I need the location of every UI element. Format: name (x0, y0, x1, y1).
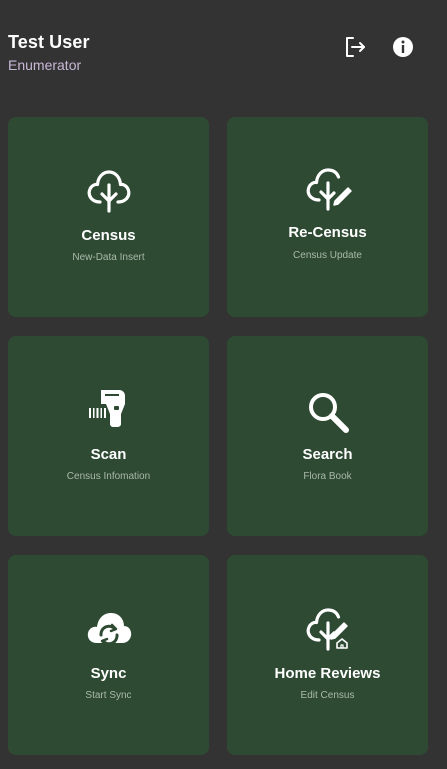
card-title: Census (81, 227, 136, 244)
card-subtitle: Start Sync (85, 690, 132, 701)
card-title: Search (302, 446, 353, 463)
magnifier-icon (308, 393, 349, 433)
cloud-sync-icon (87, 613, 131, 647)
tree-icon (87, 170, 130, 213)
tree-edit-icon (306, 168, 352, 211)
card-home-reviews[interactable]: Home Reviews Edit Census (227, 555, 428, 755)
card-title: Sync (90, 665, 127, 682)
card-scan[interactable]: Scan Census Infomation (8, 336, 209, 536)
card-subtitle: Census Update (293, 250, 362, 261)
logout-icon (346, 37, 365, 57)
card-re-census[interactable]: Re-Census Census Update (227, 117, 428, 317)
info-icon (393, 37, 413, 57)
info-button[interactable] (390, 34, 416, 60)
card-title: Home Reviews (274, 665, 381, 682)
user-name: Test User (8, 32, 90, 52)
card-subtitle: New-Data Insert (72, 252, 145, 263)
card-sync[interactable]: Sync Start Sync (8, 555, 209, 755)
card-census[interactable]: Census New-Data Insert (8, 117, 209, 317)
logout-button[interactable] (342, 34, 368, 60)
card-search[interactable]: Search Flora Book (227, 336, 428, 536)
tree-home-edit-icon (306, 608, 348, 651)
card-title: Re-Census (288, 224, 367, 241)
user-role: Enumerator (8, 57, 82, 73)
barcode-scanner-icon (88, 390, 125, 427)
card-subtitle: Census Infomation (66, 471, 151, 482)
card-subtitle: Edit Census (300, 690, 355, 701)
app-header: Test User Enumerator (0, 0, 447, 100)
card-subtitle: Flora Book (303, 471, 352, 482)
card-title: Scan (90, 446, 127, 463)
